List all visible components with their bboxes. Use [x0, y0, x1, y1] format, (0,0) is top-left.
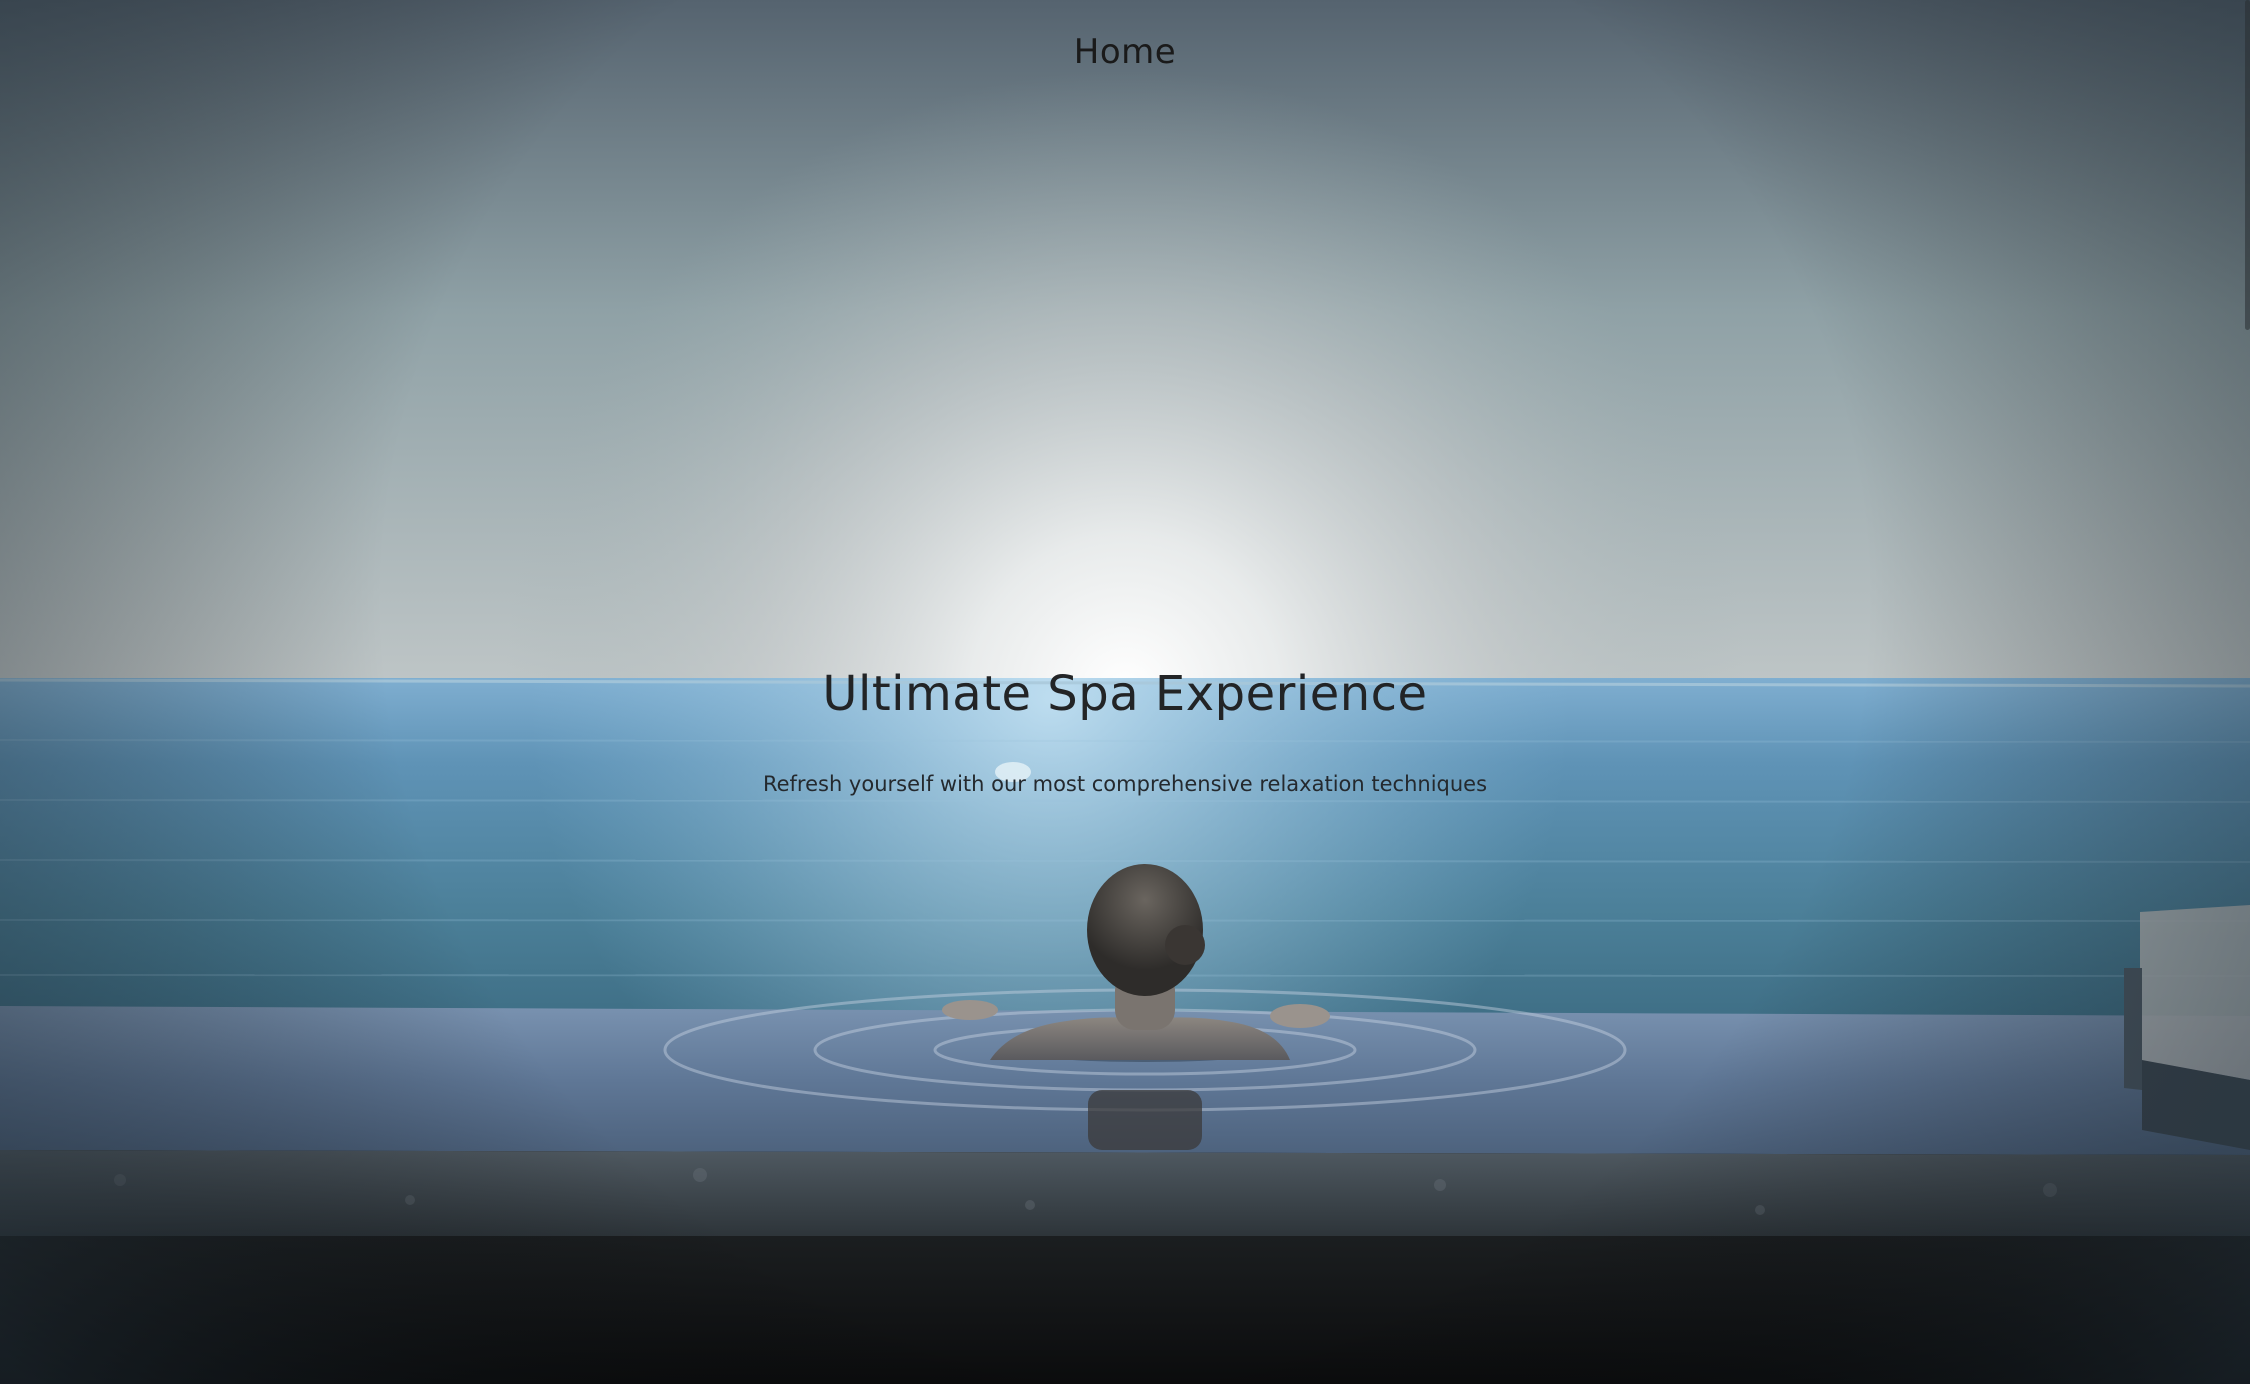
- nav-home-link[interactable]: Home: [1066, 30, 1184, 74]
- hero-title: Ultimate Spa Experience: [822, 666, 1428, 722]
- page-scrollbar[interactable]: [2245, 0, 2250, 330]
- hero-section: Home Ultimate Spa Experience Refresh you…: [0, 0, 2250, 1384]
- hero-subtitle: Refresh yourself with our most comprehen…: [762, 772, 1488, 796]
- nav-home-wrapper: Home: [0, 30, 2250, 74]
